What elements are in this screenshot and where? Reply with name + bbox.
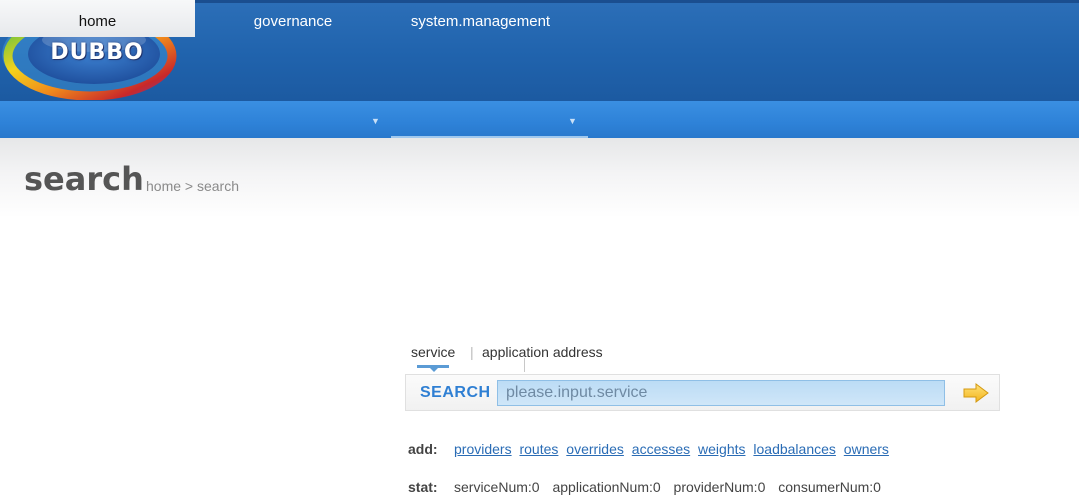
stat-label: stat: xyxy=(408,479,438,495)
nav-item-home[interactable]: home xyxy=(0,0,195,37)
add-accesses-link[interactable]: accesses xyxy=(632,441,690,457)
nav-item-governance-label: governance xyxy=(253,13,333,30)
tab-divider-tick xyxy=(524,358,525,372)
chevron-down-icon[interactable]: ▼ xyxy=(371,101,380,141)
stat-service-num: serviceNum:0 xyxy=(454,479,540,495)
page-title: search xyxy=(24,160,144,198)
add-owners-link[interactable]: owners xyxy=(844,441,889,457)
search-input[interactable] xyxy=(497,380,945,406)
add-routes-link[interactable]: routes xyxy=(519,441,558,457)
logo-text: DUBBO xyxy=(50,40,144,65)
stat-provider-num: providerNum:0 xyxy=(673,479,766,495)
add-overrides-link[interactable]: overrides xyxy=(566,441,624,457)
arrow-right-icon xyxy=(963,383,989,403)
add-weights-link[interactable]: weights xyxy=(698,441,745,457)
breadcrumb: home > search xyxy=(146,178,239,194)
tab-indicator-pointer xyxy=(430,368,438,372)
add-loadbalances-link[interactable]: loadbalances xyxy=(753,441,836,457)
stat-values: serviceNum:0 applicationNum:0 providerNu… xyxy=(454,479,890,495)
add-links: providers routes overrides accesses weig… xyxy=(454,441,893,457)
chevron-down-icon[interactable]: ▼ xyxy=(568,101,577,141)
stat-consumer-num: consumerNum:0 xyxy=(778,479,881,495)
nav-item-system-management-label: system.management xyxy=(410,13,551,30)
tab-service[interactable]: service xyxy=(411,344,455,360)
main-nav xyxy=(0,101,1079,138)
search-label: SEARCH xyxy=(420,384,491,401)
stat-application-num: applicationNum:0 xyxy=(552,479,661,495)
search-go-button[interactable] xyxy=(962,382,990,404)
tab-separator: | xyxy=(470,344,474,360)
add-providers-link[interactable]: providers xyxy=(454,441,512,457)
tab-application-address[interactable]: application address xyxy=(482,344,603,360)
nav-item-governance[interactable]: governance xyxy=(195,0,391,37)
add-label: add: xyxy=(408,441,438,457)
nav-item-system-management[interactable]: system.management xyxy=(391,0,588,37)
